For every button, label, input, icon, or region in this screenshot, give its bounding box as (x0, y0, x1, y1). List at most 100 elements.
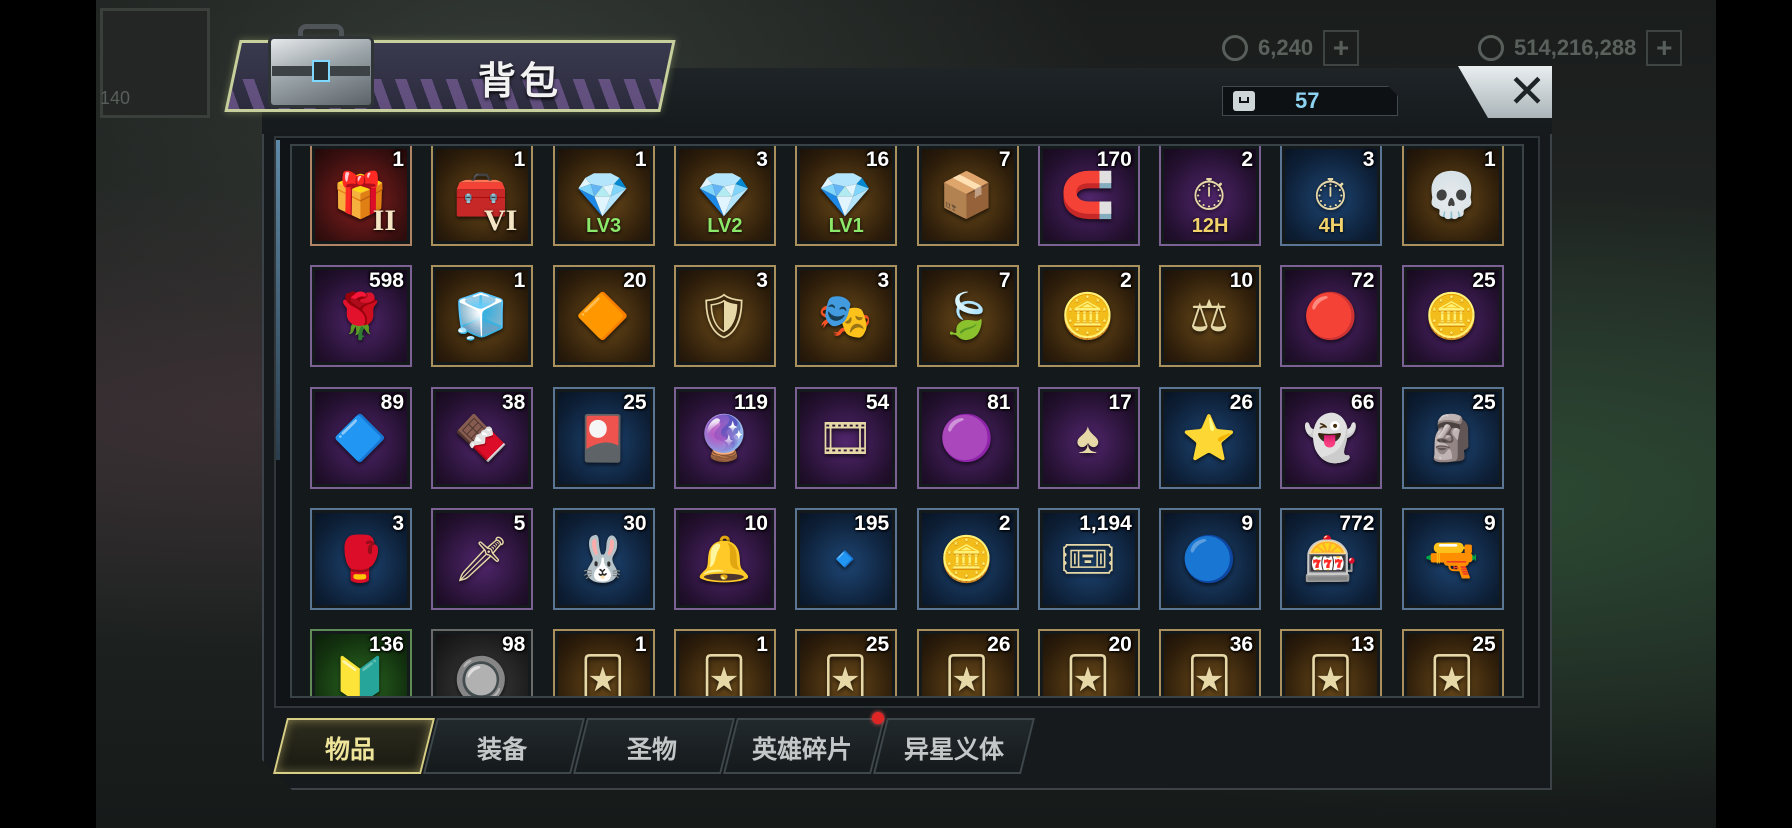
item-slot[interactable]: 🎞 54 (795, 386, 898, 489)
item-tier-label: VI (483, 204, 518, 237)
plus-icon: + (1646, 30, 1683, 66)
item-quantity: 20 (623, 269, 647, 293)
notification-dot (872, 712, 884, 724)
item-slot[interactable]: 🎰 772 (1280, 507, 1383, 610)
item-slot[interactable]: 🔘 98 (431, 629, 534, 696)
item-slot[interactable]: 🃏 1 (552, 629, 655, 698)
scrollbar-thumb[interactable] (276, 140, 280, 460)
letterbox-right (1716, 0, 1792, 828)
item-quantity: 26 (987, 633, 1011, 657)
close-icon[interactable]: ✕ (1502, 66, 1552, 118)
pink-bottlecap-icon: 🔴 (1302, 292, 1358, 342)
green-leaf-badge-icon: 🍃 (939, 292, 994, 342)
item-quantity: 26 (1229, 390, 1254, 414)
item-quantity: 54 (865, 390, 890, 414)
letterbox-left (0, 0, 96, 828)
item-slot[interactable]: 🟣 81 (916, 386, 1019, 489)
item-slot[interactable]: 🃏 13 (1280, 629, 1383, 696)
item-slot[interactable]: ⚖ 10 (1159, 265, 1262, 368)
item-slot[interactable]: 🔶 20 (552, 265, 655, 368)
background-resource-1: 6,240 + (1222, 30, 1360, 66)
item-quantity: 38 (501, 390, 526, 414)
item-slot[interactable]: 🔫 9 (1401, 507, 1504, 610)
item-quantity: 36 (1229, 633, 1254, 657)
item-slot[interactable]: 💎 LV3 1 (552, 146, 655, 246)
tab-alien-implants[interactable] (873, 718, 1035, 774)
item-slot[interactable]: 🃏 26 (916, 629, 1019, 696)
item-slot[interactable]: 💎 LV2 3 (673, 146, 776, 246)
item-slot[interactable]: 🪙 2 (916, 507, 1019, 610)
item-slot[interactable]: 🔴 72 (1280, 265, 1383, 368)
item-quantity: 598 (368, 269, 404, 293)
background-player-level: 140 (100, 88, 131, 108)
item-tag-label: LV2 (707, 215, 743, 237)
item-slot[interactable]: 🐰 30 (552, 507, 655, 610)
item-slot[interactable]: 💀 1 (1401, 146, 1504, 246)
item-quantity: 13 (1351, 633, 1375, 657)
item-slot[interactable]: 🍃 7 (916, 265, 1019, 368)
item-slot[interactable]: 🧊 1 (431, 265, 534, 368)
item-slot[interactable]: 🧲 170 (1037, 146, 1140, 246)
tab-equipment[interactable] (423, 718, 585, 774)
item-slot[interactable]: ⏱ 4H 3 (1280, 146, 1383, 246)
item-slot[interactable]: 🌹 598 (310, 265, 412, 368)
gold-card-icon: 🎴 (575, 413, 630, 463)
item-slot[interactable]: 🃏 25 (1401, 629, 1504, 696)
item-slot[interactable]: 🎟 1,194 (1037, 507, 1140, 610)
gold-hero-card-icon: 🃏 (580, 656, 626, 698)
item-slot[interactable]: 🔔 10 (673, 507, 776, 610)
item-slot[interactable]: 🪙 2 (1037, 265, 1140, 368)
item-slot[interactable]: ⏱ 12H 2 (1159, 146, 1262, 246)
item-slot[interactable]: 🧰 VI 1 (431, 146, 534, 246)
chocolate-bar-icon: 🍫 (453, 413, 509, 463)
boxing-glove-icon: 🥊 (332, 534, 388, 584)
blue-fragment-icon: 🔹 (817, 534, 873, 584)
item-tag-label: LV1 (828, 215, 864, 237)
item-slot[interactable]: 🎭 3 (795, 265, 898, 368)
item-slot[interactable]: 🃏 1 (673, 629, 776, 696)
item-quantity: 1 (756, 633, 768, 657)
item-slot[interactable]: 📦 7 (916, 146, 1019, 246)
item-slot[interactable]: 🍫 38 (431, 386, 534, 489)
item-quantity: 10 (1229, 269, 1254, 293)
item-slot[interactable]: 🃏 25 (795, 629, 898, 696)
item-slot[interactable]: 🥊 3 (310, 507, 412, 610)
item-slot[interactable]: ♠ 17 (1037, 386, 1140, 489)
purple-bottlecap-icon: 🟣 (939, 413, 994, 463)
background-resource-2: 514,216,288 + (1478, 30, 1683, 66)
item-slot[interactable]: 🔮 119 (673, 386, 776, 489)
item-quantity: 66 (1351, 390, 1375, 414)
hexagon-gear-icon (1222, 35, 1248, 61)
item-slot[interactable]: 🗿 25 (1401, 386, 1504, 489)
purple-fragment-icon: 🔮 (696, 413, 752, 463)
item-slot[interactable]: ⭐ 26 (1159, 386, 1262, 489)
tab-relics[interactable] (573, 718, 735, 774)
resource-2-value: 514,216,288 (1514, 35, 1637, 60)
item-slot[interactable]: 🃏 36 (1159, 629, 1262, 696)
item-slot[interactable]: 🪙 25 (1401, 265, 1504, 368)
item-quantity: 72 (1351, 269, 1375, 293)
item-tag-label: LV3 (585, 215, 622, 237)
item-slot[interactable]: 💎 LV1 16 (795, 146, 898, 246)
item-slot[interactable]: 🃏 20 (1037, 629, 1140, 696)
film-reel-icon: 🎞 (817, 413, 874, 463)
super-badge-icon: 🛡 (695, 292, 752, 342)
police-badge-icon: ⭐ (1181, 413, 1237, 463)
item-grid[interactable]: 🎁 II 1 🧰 VI 1 💎 LV3 1 💎 LV2 3 💎 LV1 16 📦 7 🧲 170 ⏱ 12H 2 ⏱ 4H 3 💀… (290, 144, 1524, 698)
spinning-magnet-icon: 🧲 (1060, 171, 1116, 220)
item-slot[interactable]: 🛡 3 (673, 265, 776, 368)
item-slot[interactable]: 🔷 89 (310, 386, 412, 489)
item-slot[interactable]: 🔰 136 (310, 629, 412, 696)
tab-hero-shards[interactable] (723, 718, 885, 774)
item-quantity: 25 (1472, 269, 1496, 293)
tab-items[interactable] (273, 718, 435, 774)
item-slot[interactable]: 🔵 9 (1159, 507, 1262, 610)
item-tag-label: 12H (1191, 215, 1229, 237)
item-quantity: 3 (392, 511, 404, 535)
item-slot[interactable]: 🗡 5 (431, 507, 534, 610)
item-slot[interactable]: 🔹 195 (795, 507, 898, 610)
item-slot[interactable]: 👻 66 (1280, 386, 1383, 489)
gold-fragment-icon: 🔶 (575, 292, 630, 342)
item-slot[interactable]: 🎁 II 1 (310, 146, 412, 246)
item-slot[interactable]: 🎴 25 (552, 386, 655, 489)
